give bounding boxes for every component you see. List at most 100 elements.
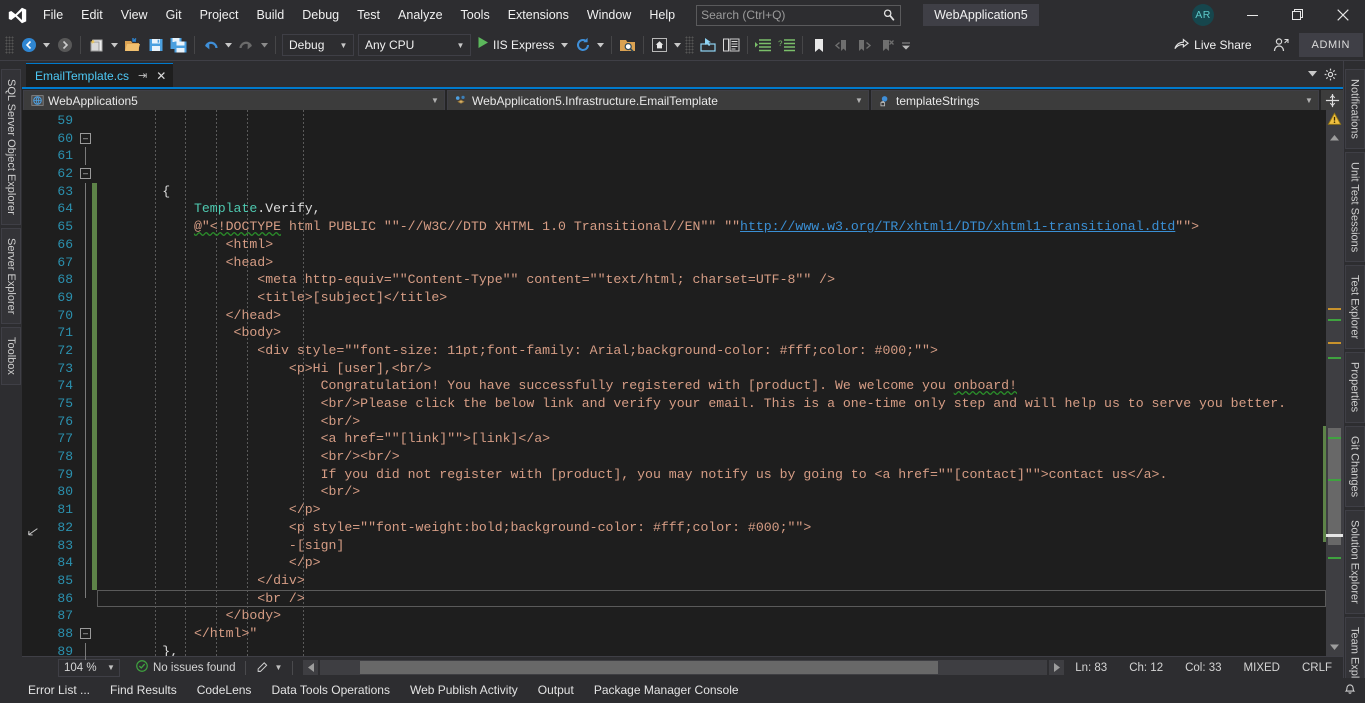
fold-toggle-icon[interactable]: – [78,165,92,183]
fold-toggle-icon[interactable]: – [78,625,92,643]
tab-data-tools-operations[interactable]: Data Tools Operations [261,678,400,703]
code-line[interactable]: <br/> [97,483,1326,501]
warning-icon[interactable] [1327,112,1342,131]
restore-icon[interactable] [1275,0,1320,30]
tab-error-list[interactable]: Error List ... [18,678,100,703]
fold-column[interactable]: – – – [78,110,92,661]
minimize-icon[interactable] [1230,0,1275,30]
sidebar-item-toolbox[interactable]: Toolbox [1,327,21,386]
issues-status[interactable]: No issues found [136,660,235,675]
pin-icon[interactable]: ⇥ [138,69,147,82]
redo-icon[interactable] [235,34,258,57]
zoom-level-combo[interactable]: 104 % ▼ [58,658,120,677]
tab-output[interactable]: Output [528,678,584,703]
scroll-right-icon[interactable] [1049,660,1065,675]
code-line[interactable]: <head> [97,254,1326,272]
split-window-icon[interactable] [1321,90,1343,110]
menu-git[interactable]: Git [157,0,191,30]
navigate-back-icon[interactable] [17,34,40,57]
search-box[interactable] [696,4,902,26]
code-line[interactable]: </body> [97,607,1326,625]
menu-analyze[interactable]: Analyze [389,0,451,30]
editor-horizontal-scrollbar[interactable] [320,660,1048,675]
code-line[interactable] [97,165,1326,183]
indent-icon[interactable] [752,34,775,57]
outdent-icon[interactable]: ? [775,34,798,57]
new-item-dropdown-icon[interactable] [108,34,121,57]
code-line[interactable]: </html>" [97,625,1326,643]
close-icon[interactable] [1320,0,1365,30]
close-tab-icon[interactable]: ✕ [153,69,169,83]
menu-file[interactable]: File [34,0,72,30]
tab-web-publish-activity[interactable]: Web Publish Activity [400,678,528,703]
clear-bookmark-icon[interactable] [876,34,899,57]
tab-find-results[interactable]: Find Results [100,678,187,703]
code-line[interactable]: }, [97,643,1326,656]
sidebar-item-properties[interactable]: Properties [1344,352,1365,423]
bookmark-icon[interactable] [807,34,830,57]
code-line[interactable]: </p> [97,501,1326,519]
previous-bookmark-icon[interactable] [830,34,853,57]
scroll-left-icon[interactable] [303,660,319,675]
code-line[interactable]: <body> [97,324,1326,342]
glyph-margin[interactable] [22,110,44,656]
editor-vertical-scrollbar[interactable] [1323,110,1343,656]
open-file-icon[interactable] [121,34,144,57]
code-line[interactable]: <br /> [97,589,1326,608]
navigate-back-dropdown-icon[interactable] [40,34,53,57]
gear-icon[interactable] [1321,63,1339,85]
menu-edit[interactable]: Edit [72,0,112,30]
toolbar-grip[interactable] [5,36,14,54]
code-editor[interactable]: 59 60 61 62 63 64 65 66 67 68 69 70 71 72 73 74 75 76 77 78… [22,110,1343,661]
code-line[interactable]: <br/>Please click the below link and ver… [97,395,1326,413]
tab-codelens[interactable]: CodeLens [187,678,262,703]
menu-help[interactable]: Help [640,0,684,30]
code-line[interactable]: </div> [97,572,1326,590]
code-line[interactable]: -[sign] [97,537,1326,555]
save-all-icon[interactable] [167,34,190,57]
navbar-project-dropdown[interactable]: WebApplication5 ▼ [23,90,445,111]
code-line[interactable]: If you did not register with [product], … [97,466,1326,484]
navbar-member-dropdown[interactable]: templateStrings ▼ [871,90,1319,111]
menu-project[interactable]: Project [191,0,248,30]
undo-icon[interactable] [199,34,222,57]
find-in-files-icon[interactable] [616,34,639,57]
home-dropdown-icon[interactable] [671,34,684,57]
code-line[interactable]: <html> [97,236,1326,254]
code-line[interactable]: <p style=""font-weight:bold;background-c… [97,519,1326,537]
code-line[interactable]: <a href=""[link]"">[link]</a> [97,430,1326,448]
code-line[interactable]: <p>Hi [user],<br/> [97,360,1326,378]
code-line[interactable]: <div style=""font-size: 11pt;font-family… [97,342,1326,360]
redo-dropdown-icon[interactable] [258,34,271,57]
new-item-icon[interactable] [85,34,108,57]
code-line[interactable]: <br/> [97,413,1326,431]
code-hyperlink[interactable]: http://www.w3.org/TR/xhtml1/DTD/xhtml1-t… [740,219,1175,234]
compare-icon[interactable] [720,34,743,57]
navigate-forward-icon[interactable] [53,34,76,57]
code-line[interactable]: <title>[subject]</title> [97,289,1326,307]
sidebar-item-test-explorer[interactable]: Test Explorer [1344,265,1365,350]
code-text-area[interactable]: { Template.Verify, @"<!DOCTYPE html PUBL… [97,110,1326,656]
start-debug-button[interactable]: IIS Express [473,34,558,57]
scrollbar-thumb[interactable] [1323,426,1341,545]
sidebar-item-unit-test-sessions[interactable]: Unit Test Sessions [1344,151,1365,263]
sidebar-item-sql-server-object-explorer[interactable]: SQL Server Object Explorer [1,69,21,225]
toolbar-grip-2[interactable] [685,36,695,54]
home-icon[interactable] [648,34,671,57]
feedback-button[interactable]: ▼ [256,660,282,676]
share-account-icon[interactable] [1270,34,1293,57]
menu-tools[interactable]: Tools [452,0,499,30]
live-share-button[interactable]: Live Share [1168,34,1257,57]
sidebar-item-notifications[interactable]: Notifications [1344,69,1365,149]
solution-configuration-combo[interactable]: Debug ▼ [282,34,354,56]
code-line[interactable]: <meta http-equiv=""Content-Type"" conten… [97,271,1326,289]
code-line[interactable]: </head> [97,307,1326,325]
notification-bell-icon[interactable] [1343,681,1357,700]
menu-build[interactable]: Build [247,0,293,30]
code-line[interactable]: @"<!DOCTYPE html PUBLIC ""-//W3C//DTD XH… [97,218,1326,236]
scroll-down-icon[interactable] [1330,642,1339,652]
hot-reload-icon[interactable] [571,34,594,57]
save-icon[interactable] [144,34,167,57]
sidebar-item-git-changes[interactable]: Git Changes [1344,425,1365,507]
toolbar-overflow-icon[interactable] [899,34,912,57]
